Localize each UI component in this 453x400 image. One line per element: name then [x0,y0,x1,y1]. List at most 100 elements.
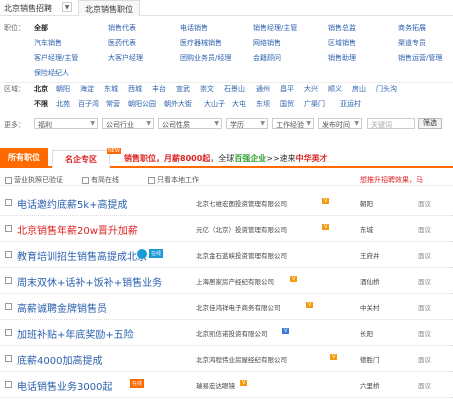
category-link[interactable]: 医疗器械销售 [180,39,222,47]
subarea-item[interactable]: 北苑 [56,100,70,108]
area-item[interactable]: 海淀 [80,85,94,93]
city-dropdown-icon[interactable]: ▼ [62,2,72,12]
subarea-item[interactable]: 朝阳公园 [128,100,156,108]
category-link[interactable]: 会籍顾问 [253,54,281,62]
area-item[interactable]: 丰台 [152,85,166,93]
subarea-item[interactable]: 大山子 [204,100,225,108]
category-link[interactable]: 销售运营/管理 [398,54,442,62]
job-location: 长阳 [360,330,373,338]
job-title-link[interactable]: 电话销售业务3000起 [17,378,112,393]
job-checkbox[interactable] [5,225,12,232]
select-post-time[interactable]: 发布时间 ▼ [318,118,362,129]
category-link[interactable]: 医药代表 [108,39,136,47]
select-welfare[interactable]: 福利 ▼ [34,118,98,129]
company-name[interactable]: 北京鸿程伟业房屋经纪有限公司 [196,354,287,364]
qq-chat-icon[interactable] [137,249,147,259]
area-item[interactable]: 东城 [104,85,118,93]
category-link[interactable]: 区域销售 [328,39,356,47]
job-checkbox[interactable] [5,199,12,206]
category-link[interactable]: 保险经纪人 [34,69,69,77]
area-item[interactable]: 宣武 [176,85,190,93]
subarea-item[interactable]: 百子湾 [78,100,99,108]
job-location: 王府井 [360,252,380,260]
area-item[interactable]: 北京 [34,84,48,94]
job-row: 底薪4000加高提成 北京鸿程伟业房屋经纪有限公司 V 德胜门 面议 [0,346,453,372]
company-name[interactable]: 元亿（北京）投资管理有限公司 [196,224,287,234]
subarea-item[interactable]: 国贸 [280,100,294,108]
area-item[interactable]: 石景山 [224,85,245,93]
company-name[interactable]: 北京凯信诺投资有限公司 [196,328,268,338]
keyword-input[interactable]: 关键词 [367,118,415,129]
area-item[interactable]: 大兴 [304,85,318,93]
company-name[interactable]: 瑞易宏达眼镜 [196,380,235,390]
top-bar: 北京销售招聘 ▼ 北京销售职位 [0,0,453,16]
company-name[interactable]: 北京七维宏图投资管理有限公司 [196,198,287,208]
job-checkbox[interactable] [5,381,12,388]
area-item[interactable]: 昌平 [280,85,294,93]
chevron-down-icon: ▼ [146,120,151,127]
category-link[interactable]: 销售助理 [328,54,356,62]
job-checkbox[interactable] [5,329,12,336]
verified-checkbox[interactable]: 营业执照已验证 [5,175,63,185]
subarea-row: 不限 北苑 百子湾 常营 朝阳公园 朝外大街 大山子 大屯 东坝 国贸 广渠门 … [0,98,453,109]
category-link[interactable]: 渠道专员 [398,39,426,47]
category-link[interactable]: 大客户经理 [108,54,143,62]
area-item[interactable]: 崇文 [200,85,214,93]
job-title-link[interactable]: 北京销售年薪20w晋升加薪 [17,222,138,237]
job-title-link[interactable]: 高薪诚聘金牌销售员 [17,300,107,315]
online-checkbox[interactable]: 有简在线 [82,175,119,185]
category-link[interactable]: 汽车销售 [34,39,62,47]
job-checkbox[interactable] [5,277,12,284]
category-link[interactable]: 销售经理/主管 [253,24,297,32]
job-title-link[interactable]: 周末双休+话补+饭补+销售业务 [17,274,162,289]
category-link[interactable]: 销售代表 [108,24,136,32]
category-link[interactable]: 团购业务员/经理 [180,54,231,62]
select-education[interactable]: 学历 ▼ [226,118,268,129]
verified-badge-icon: V [282,328,290,334]
area-item[interactable]: 顺义 [328,85,342,93]
subarea-item[interactable]: 不限 [34,99,48,109]
job-checkbox[interactable] [5,355,12,362]
category-link[interactable]: 销售总监 [328,24,356,32]
area-item[interactable]: 朝阳 [56,85,70,93]
subarea-item[interactable]: 广渠门 [304,100,325,108]
category-link[interactable]: 网络销售 [253,39,281,47]
promo-banner[interactable]: 销售职位，月薪8000起，全球百强企业>>速来中华英才 [124,153,328,164]
company-name[interactable]: 北京佳鸿祥电子商务有限公司 [196,302,281,312]
job-title-link[interactable]: 教育培训招生销售高提成北京 [17,248,147,263]
job-title-link[interactable]: 电话邀约底薪5k+高提成 [17,196,128,211]
options-row: 营业执照已验证 有简在线 只看本地工作 想推升招聘效果，马 [0,172,453,186]
verified-badge-icon: V [306,302,314,308]
local-only-checkbox[interactable]: 只看本地工作 [148,175,199,185]
select-company-type[interactable]: 公司性质 ▼ [158,118,222,129]
job-salary: 面议 [418,304,431,312]
job-location: 六里桥 [360,382,380,390]
job-title-link[interactable]: 底薪4000加高提成 [17,352,102,367]
subarea-item[interactable]: 常营 [106,100,120,108]
select-industry[interactable]: 公司行业 ▼ [102,118,154,129]
area-item[interactable]: 门头沟 [376,85,397,93]
job-checkbox[interactable] [5,303,12,310]
area-item[interactable]: 房山 [352,85,366,93]
category-all[interactable]: 全部 [34,23,48,33]
subarea-item[interactable]: 亚运村 [340,100,361,108]
category-link[interactable]: 客户经理/主管 [34,54,78,62]
job-checkbox[interactable] [5,251,12,258]
category-link[interactable]: 商务拓展 [398,24,426,32]
tab-famous-companies[interactable]: 名企专区 [52,150,110,168]
chevron-down-icon: ▼ [260,120,265,127]
company-name[interactable]: 北京金石蓝峡投资管理有限公司 [196,250,287,260]
company-name[interactable]: 上海居家房产经纪有限公司 [196,276,274,286]
job-title-link[interactable]: 加班补贴+年底奖励+五险 [17,326,134,341]
subarea-item[interactable]: 大屯 [232,100,246,108]
subarea-item[interactable]: 东坝 [256,100,270,108]
tab-beijing-sales[interactable]: 北京销售职位 [78,0,140,16]
tab-all-jobs[interactable]: 所有职位 [0,148,48,168]
area-item[interactable]: 通州 [256,85,270,93]
area-item[interactable]: 西城 [128,85,142,93]
subarea-item[interactable]: 朝外大街 [164,100,192,108]
filter-button[interactable]: 筛选 [418,118,442,129]
category-link[interactable]: 电话销售 [180,24,208,32]
promo-tip-link[interactable]: 想推升招聘效果，马 [360,175,423,185]
select-experience[interactable]: 工作经验 ▼ [272,118,314,129]
